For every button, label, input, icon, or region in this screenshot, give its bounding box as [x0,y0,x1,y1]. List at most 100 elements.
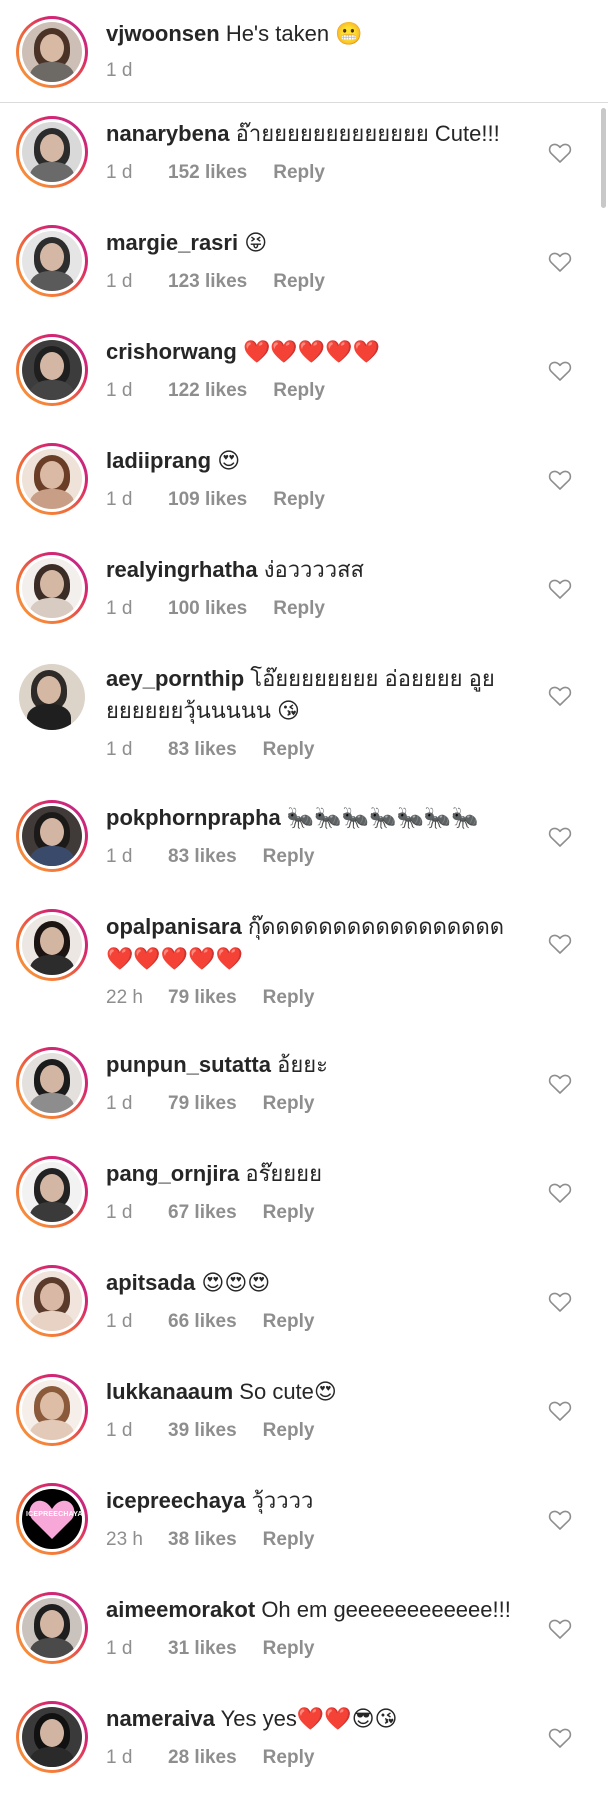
comment-time: 1 d [106,1638,133,1659]
reply-button[interactable]: Reply [263,846,315,867]
comment-username[interactable]: aey_pornthip [106,666,244,691]
avatar[interactable] [16,334,88,406]
comment-time: 1 d [106,271,133,292]
heart-outline-icon[interactable] [548,1618,572,1640]
comment-text: 😍 [217,448,241,473]
likes-count[interactable]: 152 likes [168,160,247,186]
comment-time: 1 d [106,162,133,183]
avatar[interactable] [16,443,88,515]
reply-button[interactable]: Reply [263,1202,315,1223]
comment-username[interactable]: nameraiva [106,1706,215,1731]
comment-time: 22 h [106,987,143,1008]
comment-text: 🐜🐜🐜🐜🐜🐜🐜 [286,805,479,830]
caption-username[interactable]: vjwoonsen [106,21,220,46]
comment-text: So cute😍 [239,1379,337,1404]
likes-count[interactable]: 67 likes [168,1200,237,1226]
reply-button[interactable]: Reply [263,1529,315,1550]
likes-count[interactable]: 39 likes [168,1418,237,1444]
comment-username[interactable]: icepreechaya [106,1488,245,1513]
avatar[interactable] [16,1156,88,1228]
reply-button[interactable]: Reply [273,271,325,292]
comment-text: ❤️❤️❤️❤️❤️ [242,339,380,364]
heart-outline-icon[interactable] [548,933,572,955]
heart-outline-icon[interactable] [548,469,572,491]
likes-count[interactable]: 66 likes [168,1309,237,1335]
likes-count[interactable]: 122 likes [168,378,247,404]
comment-text: Yes yes❤️❤️😎😘 [220,1706,398,1731]
comment-username[interactable]: crishorwang [106,339,237,364]
avatar[interactable] [16,552,88,624]
heart-shape [29,1500,75,1539]
reply-button[interactable]: Reply [273,380,325,401]
likes-count[interactable]: 83 likes [168,844,237,870]
comment-row: nameraiva Yes yes❤️❤️😎😘 1 d 28 likes Reply [0,1701,608,1801]
heart-outline-icon[interactable] [548,578,572,600]
reply-button[interactable]: Reply [263,1747,315,1768]
likes-count[interactable]: 38 likes [168,1527,237,1553]
avatar[interactable] [16,800,88,872]
heart-outline-icon[interactable] [548,1509,572,1531]
heart-outline-icon[interactable] [548,1291,572,1313]
likes-count[interactable]: 28 likes [168,1745,237,1771]
comment-username[interactable]: apitsada [106,1270,195,1295]
avatar[interactable] [16,1592,88,1664]
scrollbar[interactable] [601,108,606,208]
reply-button[interactable]: Reply [263,1311,315,1332]
divider [0,102,608,103]
likes-count[interactable]: 31 likes [168,1636,237,1662]
comment-username[interactable]: realyingrhatha [106,557,258,582]
avatar[interactable] [16,16,88,88]
comment-row: apitsada 😍😍😍 1 d 66 likes Reply [0,1265,608,1365]
likes-count[interactable]: 109 likes [168,487,247,513]
comment-time: 23 h [106,1529,143,1550]
comment-row: ladiiprang 😍 1 d 109 likes Reply [0,443,608,543]
reply-button[interactable]: Reply [273,162,325,183]
heart-outline-icon[interactable] [548,1727,572,1749]
heart-outline-icon[interactable] [548,360,572,382]
likes-count[interactable]: 83 likes [168,737,237,763]
comment-time: 1 d [106,1311,133,1332]
avatar[interactable] [16,225,88,297]
comment-username[interactable]: aimeemorakot [106,1597,255,1622]
reply-button[interactable]: Reply [263,739,315,760]
comment-username[interactable]: nanarybena [106,121,230,146]
comment-time: 1 d [106,1420,133,1441]
likes-count[interactable]: 79 likes [168,1091,237,1117]
avatar[interactable] [16,116,88,188]
comment-time: 1 d [106,380,133,401]
heart-outline-icon[interactable] [548,685,572,707]
comment-username[interactable]: pokphornprapha [106,805,281,830]
comment-username[interactable]: pang_ornjira [106,1161,239,1186]
avatar[interactable] [16,661,88,733]
reply-button[interactable]: Reply [263,1093,315,1114]
comment-username[interactable]: lukkanaaum [106,1379,233,1404]
reply-button[interactable]: Reply [263,987,315,1008]
comment-text: 😍😍😍 [201,1270,271,1295]
caption-time: 1 d [106,60,133,81]
avatar[interactable] [16,1265,88,1337]
comment-username[interactable]: opalpanisara [106,914,242,939]
avatar[interactable] [16,1047,88,1119]
avatar[interactable]: ICEPREECHAYA [16,1483,88,1555]
likes-count[interactable]: 123 likes [168,269,247,295]
comment-username[interactable]: punpun_sutatta [106,1052,271,1077]
heart-outline-icon[interactable] [548,142,572,164]
comment-row: crishorwang ❤️❤️❤️❤️❤️ 1 d 122 likes Reply [0,334,608,434]
reply-button[interactable]: Reply [263,1420,315,1441]
likes-count[interactable]: 100 likes [168,596,247,622]
heart-outline-icon[interactable] [548,1182,572,1204]
heart-outline-icon[interactable] [548,251,572,273]
heart-outline-icon[interactable] [548,826,572,848]
avatar[interactable] [16,1374,88,1446]
avatar[interactable] [16,909,88,981]
reply-button[interactable]: Reply [273,489,325,510]
heart-outline-icon[interactable] [548,1073,572,1095]
heart-outline-icon[interactable] [548,1400,572,1422]
comment-time: 1 d [106,489,133,510]
reply-button[interactable]: Reply [273,598,325,619]
avatar[interactable] [16,1701,88,1773]
comment-username[interactable]: margie_rasri [106,230,238,255]
reply-button[interactable]: Reply [263,1638,315,1659]
likes-count[interactable]: 79 likes [168,985,237,1011]
comment-username[interactable]: ladiiprang [106,448,211,473]
